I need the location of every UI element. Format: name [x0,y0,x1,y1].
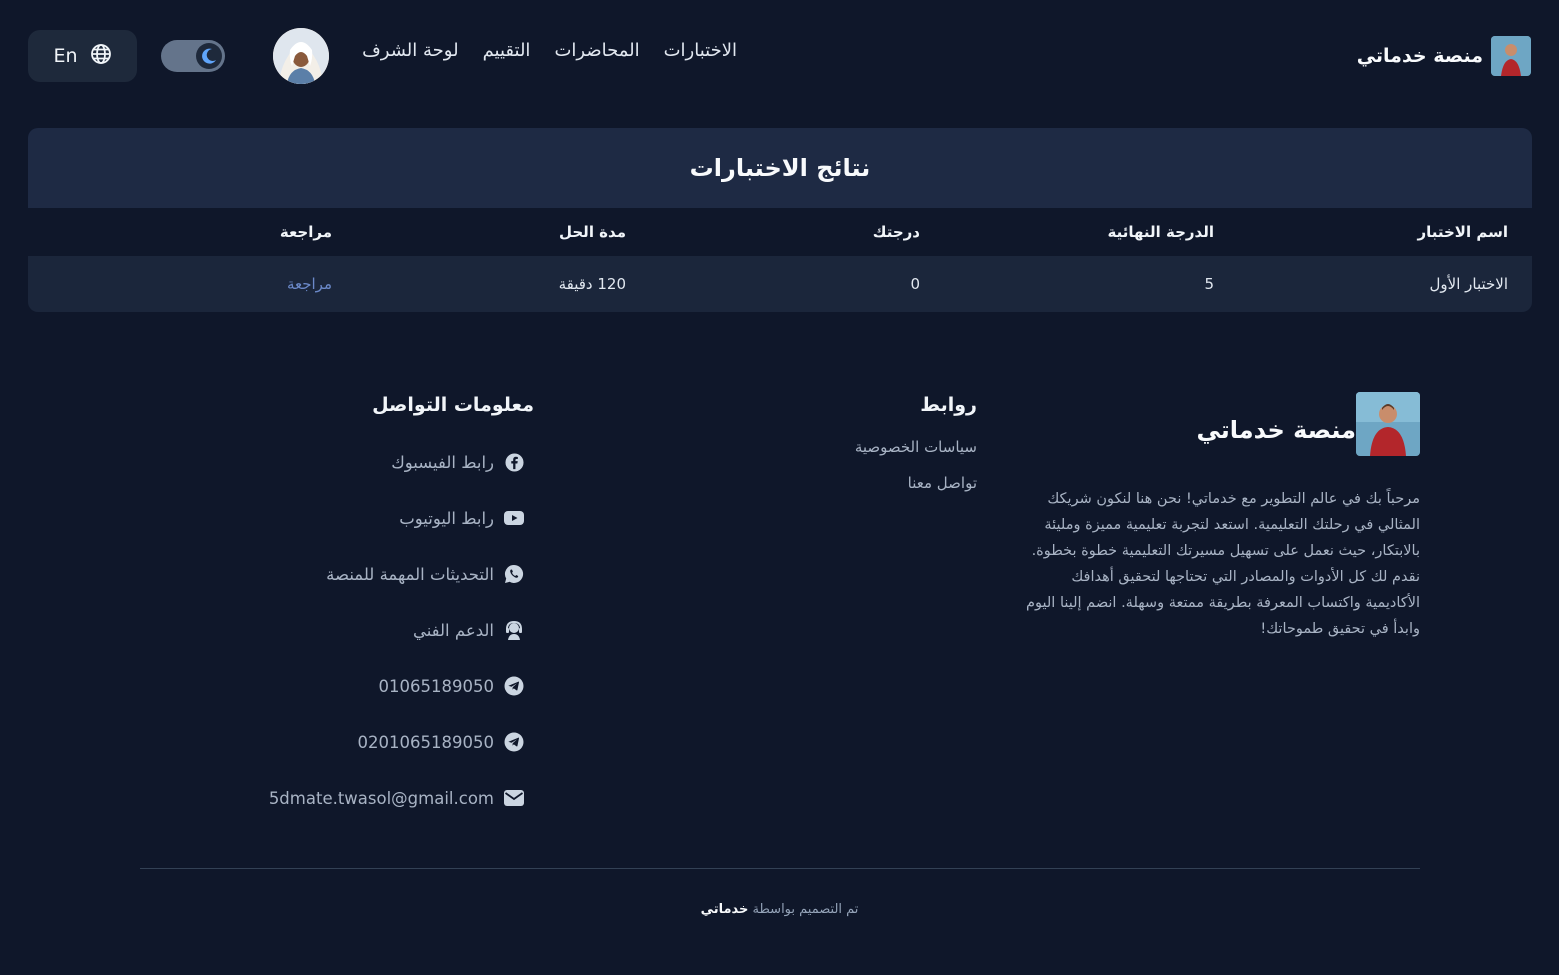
results-card: نتائج الاختبارات اسم الاختبار الدرجة الن… [28,128,1532,312]
table-header-row: اسم الاختبار الدرجة النهائية درجتك مدة ا… [28,208,1532,256]
brand-logo [1491,36,1531,76]
col-review: مراجعة [28,208,356,256]
col-test-name: اسم الاختبار [1238,208,1532,256]
mail-icon [504,788,524,808]
brand-name: منصة خدماتي [1356,45,1483,67]
youtube-link[interactable]: رابط اليوتيوب [399,508,524,528]
whatsapp-link[interactable]: التحديثات المهمة للمنصة [326,564,524,584]
table-row: الاختبار الأول 5 0 120 دقيقة مراجعة [28,256,1532,312]
support-icon [504,620,524,640]
telegram-icon [504,732,524,752]
nav-rating[interactable]: التقييم [483,40,531,61]
cell-max-score: 5 [944,256,1238,312]
col-duration: مدة الحل [356,208,650,256]
footer-brand[interactable]: منصة خدماتي [1196,392,1420,456]
about-text: مرحباً بك في عالم التطوير مع خدماتي! نحن… [1026,491,1420,637]
review-link[interactable]: مراجعة [287,275,332,293]
cell-your-score: 0 [650,256,944,312]
youtube-icon [504,508,524,528]
contact-column: معلومات التواصل رابط الفيسبوك رابط اليوت… [234,394,534,808]
footer-logo [1356,392,1420,456]
cell-review: مراجعة [28,256,356,312]
brand[interactable]: منصة خدماتي [1357,36,1531,76]
credit-prefix: تم التصميم بواسطة [752,902,859,917]
col-max-score: الدرجة النهائية [944,208,1238,256]
facebook-link[interactable]: رابط الفيسبوك [391,452,524,472]
col-your-score: درجتك [650,208,944,256]
footer-brand-name: منصة خدماتي [1196,416,1356,444]
credit: تم التصميم بواسطة خدماتي [0,902,1559,917]
results-table: اسم الاختبار الدرجة النهائية درجتك مدة ا… [28,208,1532,312]
telegram-link-1[interactable]: 01065189050 [379,676,524,696]
contact-title: معلومات التواصل [372,394,534,416]
links-title: روابط [920,394,977,416]
header: منصة خدماتي الاختبارات المحاضرات التقييم… [0,0,1559,112]
nav-tests[interactable]: الاختبارات [664,40,737,61]
theme-toggle[interactable] [161,40,225,72]
facebook-icon [504,452,524,472]
cell-duration: 120 دقيقة [356,256,650,312]
whatsapp-icon [504,564,524,584]
cell-test-name: الاختبار الأول [1238,256,1532,312]
nav-honor-board[interactable]: لوحة الشرف [362,40,458,61]
results-header: نتائج الاختبارات [28,128,1532,208]
moon-icon [196,43,222,69]
links-column: روابط سياسات الخصوصية تواصل معنا [757,394,977,492]
language-button[interactable]: En [28,30,137,82]
contact-us-link[interactable]: تواصل معنا [757,474,977,492]
credit-name: خدماتي [700,902,749,917]
nav-lectures[interactable]: المحاضرات [554,40,639,61]
footer-divider [140,868,1420,869]
user-avatar[interactable] [273,28,329,84]
telegram-link-2[interactable]: 0201065189050 [358,732,524,752]
language-label: En [53,45,78,67]
telegram-icon [504,676,524,696]
main-nav: الاختبارات المحاضرات التقييم لوحة الشرف [362,40,737,61]
results-title: نتائج الاختبارات [689,154,871,182]
privacy-policy-link[interactable]: سياسات الخصوصية [757,438,977,456]
support-link[interactable]: الدعم الفني [413,620,524,640]
email-link[interactable]: 5dmate.twasol@gmail.com [269,788,524,808]
globe-icon [90,43,112,69]
